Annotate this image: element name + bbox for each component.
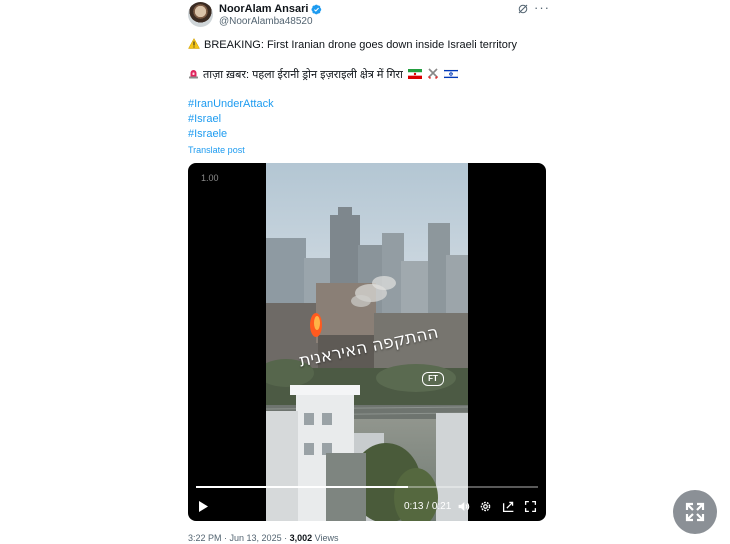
- watermark-text: FT: [428, 374, 438, 383]
- settings-icon[interactable]: [479, 500, 492, 513]
- seek-bar-progress: [196, 486, 409, 488]
- post-date[interactable]: Jun 13, 2025: [230, 533, 282, 543]
- tweet-line-2-text: ताज़ा ख़बर: पहला ईरानी ड्रोन इज़राइली क्…: [203, 69, 403, 81]
- verified-badge-icon: [311, 4, 322, 14]
- video-time: 0:13 / 0:21: [404, 501, 452, 512]
- tweet-line-2: ताज़ा ख़बर: पहला ईरानी ड्रोन इज़राइली क्…: [188, 67, 459, 82]
- play-icon[interactable]: [199, 501, 208, 512]
- video-controls: 0:13 / 0:21: [188, 498, 546, 514]
- post-time[interactable]: 3:22 PM: [188, 533, 222, 543]
- author-handle[interactable]: @NoorAlamba48520: [219, 16, 313, 27]
- watermark-logo: FT: [422, 372, 444, 386]
- crossed-swords-icon: [427, 68, 439, 79]
- israel-flag-icon: [444, 69, 459, 79]
- playback-speed-label: 1.00: [201, 173, 219, 183]
- views-label: Views: [314, 533, 339, 543]
- tweet-line-1: BREAKING: First Iranian drone goes down …: [188, 38, 517, 51]
- post-timestamp: 3:22 PM · Jun 13, 2025 · 3,002 Views: [188, 533, 339, 543]
- avatar[interactable]: [188, 2, 213, 27]
- fullscreen-icon[interactable]: [524, 500, 537, 513]
- expand-button[interactable]: [673, 490, 717, 534]
- hashtag-link[interactable]: #IranUnderAttack: [188, 98, 274, 110]
- author-name-row[interactable]: NoorAlam Ansari: [219, 3, 322, 15]
- current-time: 0:13: [404, 501, 424, 512]
- pip-icon[interactable]: [502, 500, 515, 513]
- more-options-icon[interactable]: ···: [534, 0, 550, 15]
- duration: 0:21: [431, 501, 452, 512]
- volume-icon[interactable]: [457, 500, 470, 513]
- warning-icon: [188, 38, 200, 49]
- author-name[interactable]: NoorAlam Ansari: [219, 3, 308, 15]
- iran-flag-icon: [407, 69, 422, 79]
- translate-post-link[interactable]: Translate post: [188, 145, 245, 155]
- video-player[interactable]: 1.00 ההתקפה האיראנית FT 0:13 / 0:21: [188, 163, 546, 521]
- seek-bar[interactable]: [196, 486, 538, 488]
- hashtag-link[interactable]: #Israele: [188, 128, 227, 140]
- views-count: 3,002: [289, 533, 313, 543]
- tweet-line-1-text: BREAKING: First Iranian drone goes down …: [204, 39, 518, 51]
- grok-icon[interactable]: [517, 3, 529, 15]
- hashtag-link[interactable]: #Israel: [188, 113, 221, 125]
- expand-icon: [685, 502, 705, 522]
- siren-icon: [189, 70, 198, 79]
- video-frame[interactable]: ההתקפה האיראנית FT: [266, 163, 468, 521]
